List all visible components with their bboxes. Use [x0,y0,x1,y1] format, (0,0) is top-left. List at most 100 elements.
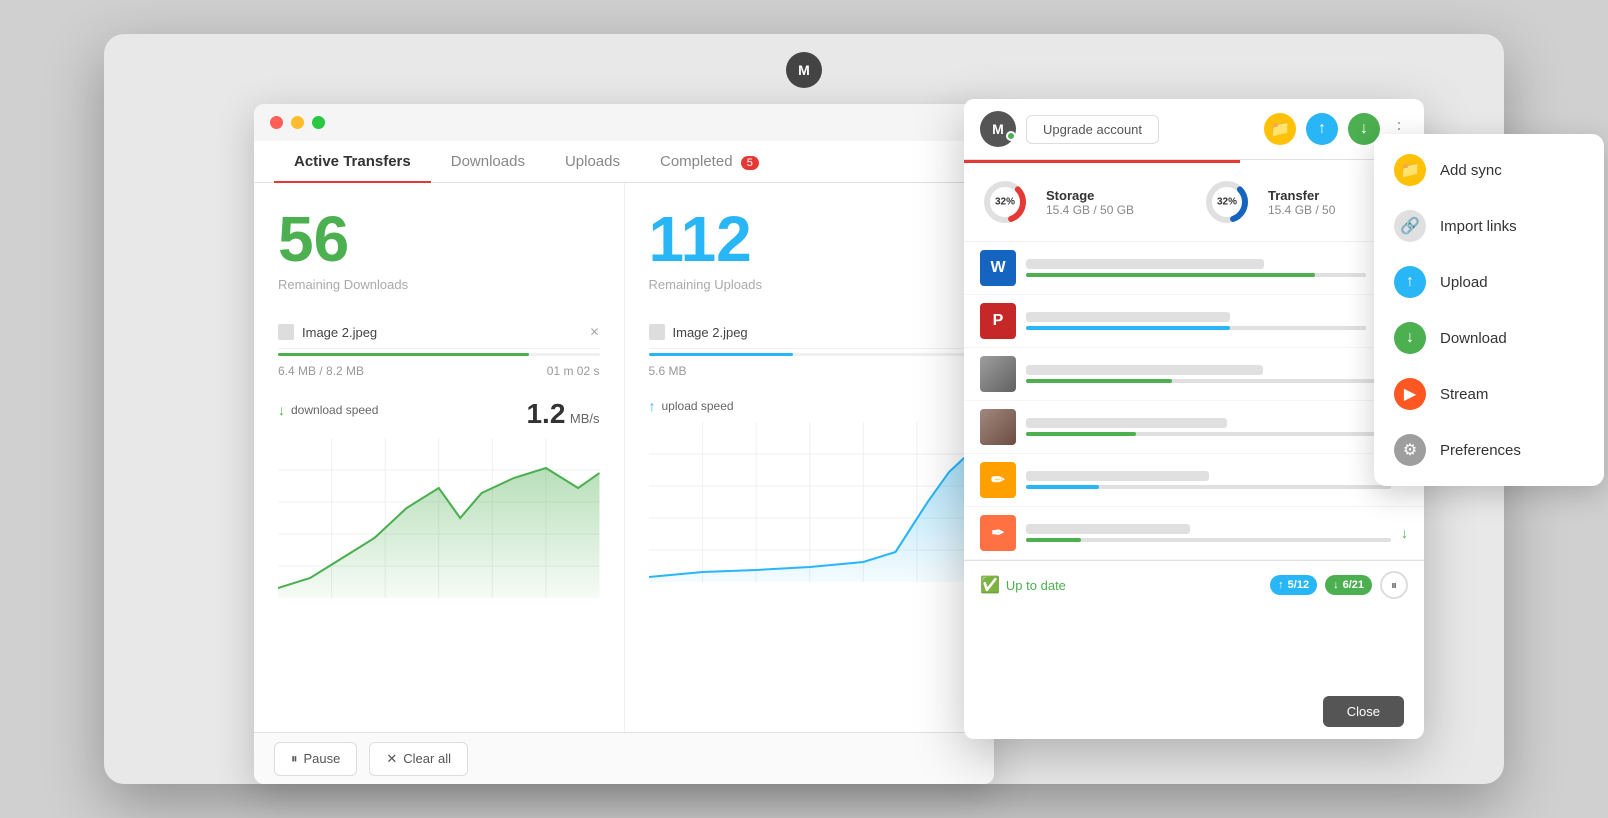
transfer-donut: 32% [1202,177,1252,227]
folder-icon-button[interactable]: 📁 [1264,113,1296,145]
mini-pause-button[interactable]: ⏸ [1380,571,1408,599]
up-arrow-icon: ↑ [649,398,656,414]
preferences-icon: ⚙ [1394,434,1426,466]
img2-icon [980,409,1016,445]
pencil-icon: ✒ [980,515,1016,551]
tab-active-transfers[interactable]: Active Transfers [274,141,431,182]
list-item: P ↑ 00: [964,295,1424,348]
download-close-btn[interactable]: ✕ [589,325,599,339]
pause-button[interactable]: ⏸ Pause [274,742,357,776]
mini-file-list: W ↓ 00: P ↑ [964,242,1424,560]
item-info [1026,312,1366,330]
menu-item-add-sync[interactable]: 📁 Add sync [1374,142,1604,198]
upload-badge-arrow: ↑ [1278,579,1284,591]
clear-all-button[interactable]: ✕ Clear all [369,742,468,776]
pause-icon: ⏸ [291,751,298,767]
item-text [1026,365,1263,375]
item-progress [1026,379,1172,383]
upload-file-icon [649,324,665,340]
completed-badge: 5 [741,156,759,170]
p-icon: P [980,303,1016,339]
list-item: ↓ [964,401,1424,454]
menu-item-download[interactable]: ↓ Download [1374,310,1604,366]
upload-file-row: Image 2.jpeg [649,316,971,349]
download-count: 56 [278,207,600,271]
item-progress-bg [1026,485,1391,489]
item-text [1026,471,1209,481]
titlebar [254,104,994,141]
download-chart [278,438,600,598]
item-text [1026,524,1190,534]
list-item: ↓ [964,348,1424,401]
menu-item-import-links[interactable]: 🔗 Import links [1374,198,1604,254]
download-icon: ↓ [1394,322,1426,354]
upload-count: 112 [649,207,971,271]
download-progress-container [278,353,600,356]
upgrade-button[interactable]: Upgrade account [1026,115,1159,144]
upload-progress-bar [649,353,794,356]
list-item: ✒ ↓ [964,507,1424,560]
w-icon: W [980,250,1016,286]
online-indicator [1006,131,1016,141]
list-item: W ↓ 00: [964,242,1424,295]
download-speed-section: ↓ download speed 1.2 MB/s [278,398,600,598]
download-progress-bar [278,353,529,356]
item-info [1026,259,1366,277]
remaining-uploads-label: Remaining Uploads [649,277,971,292]
tab-downloads[interactable]: Downloads [431,141,545,182]
upload-speed-label: ↑ upload speed [649,398,971,414]
download-panel: 56 Remaining Downloads Image 2.jpeg ✕ 6.… [254,183,625,773]
down-arrow-icon: ↓ [278,402,285,418]
storage-bar: 32% Storage 15.4 GB / 50 GB 32% Transfer… [964,163,1424,242]
menu-item-preferences[interactable]: ⚙ Preferences [1374,422,1604,478]
item-progress-bg [1026,538,1391,542]
download-badge: ↓ 6/21 [1325,575,1372,595]
download-badge-arrow: ↓ [1333,579,1339,591]
pen-icon: ✏ [980,462,1016,498]
close-icon[interactable] [270,116,283,129]
upload-file-name: Image 2.jpeg [673,325,971,340]
scene: M Active Transfers Downloads Uploads Com… [104,34,1504,784]
maximize-icon[interactable] [312,116,325,129]
minimize-icon[interactable] [291,116,304,129]
tab-uploads[interactable]: Uploads [545,141,640,182]
storage-donut: 32% [980,177,1030,227]
item-info [1026,365,1391,383]
item-info [1026,471,1391,489]
upload-icon-button[interactable]: ↑ [1306,113,1338,145]
check-icon: ✅ [980,575,1000,595]
menu-item-stream[interactable]: ▶ Stream [1374,366,1604,422]
item-progress [1026,273,1315,277]
item-progress-bg [1026,273,1366,277]
download-file-name: Image 2.jpeg [302,325,581,340]
item-progress-bg [1026,379,1391,383]
upload-chart [649,422,971,582]
window-content: 56 Remaining Downloads Image 2.jpeg ✕ 6.… [254,183,994,773]
item-info [1026,418,1391,436]
list-item: ✏ ↑ [964,454,1424,507]
menu-item-upload[interactable]: ↑ Upload [1374,254,1604,310]
clear-icon: ✕ [386,751,397,767]
close-panel-button[interactable]: Close [1323,696,1404,727]
download-file-size: 6.4 MB / 8.2 MB [278,364,364,378]
mini-panel: M Upgrade account 📁 ↑ ↓ ⋮ [964,99,1424,739]
link-icon: 🔗 [1394,210,1426,242]
download-file-row: Image 2.jpeg ✕ [278,316,600,349]
download-speed-label: ↓ download speed [278,402,378,418]
download-speed-value: 1.2 MB/s [526,398,599,430]
stream-icon: ▶ [1394,378,1426,410]
item-progress [1026,538,1081,542]
item-progress [1026,485,1099,489]
item-info [1026,524,1391,542]
download-file-meta: 6.4 MB / 8.2 MB 01 m 02 s [278,364,600,378]
item-progress-bg [1026,326,1366,330]
storage-info: Storage 15.4 GB / 50 GB [1046,188,1186,217]
main-window: Active Transfers Downloads Uploads Compl… [254,104,994,784]
item-progress-bg [1026,432,1391,436]
mini-footer: ✅ Up to date ↑ 5/12 ↓ 6/21 ⏸ [964,560,1424,609]
upload-panel: 112 Remaining Uploads Image 2.jpeg 5.6 M… [625,183,995,773]
tab-bar: Active Transfers Downloads Uploads Compl… [254,141,994,183]
tab-completed[interactable]: Completed 5 [640,141,779,182]
file-icon [278,324,294,340]
upload-file-size: 5.6 MB [649,364,687,378]
